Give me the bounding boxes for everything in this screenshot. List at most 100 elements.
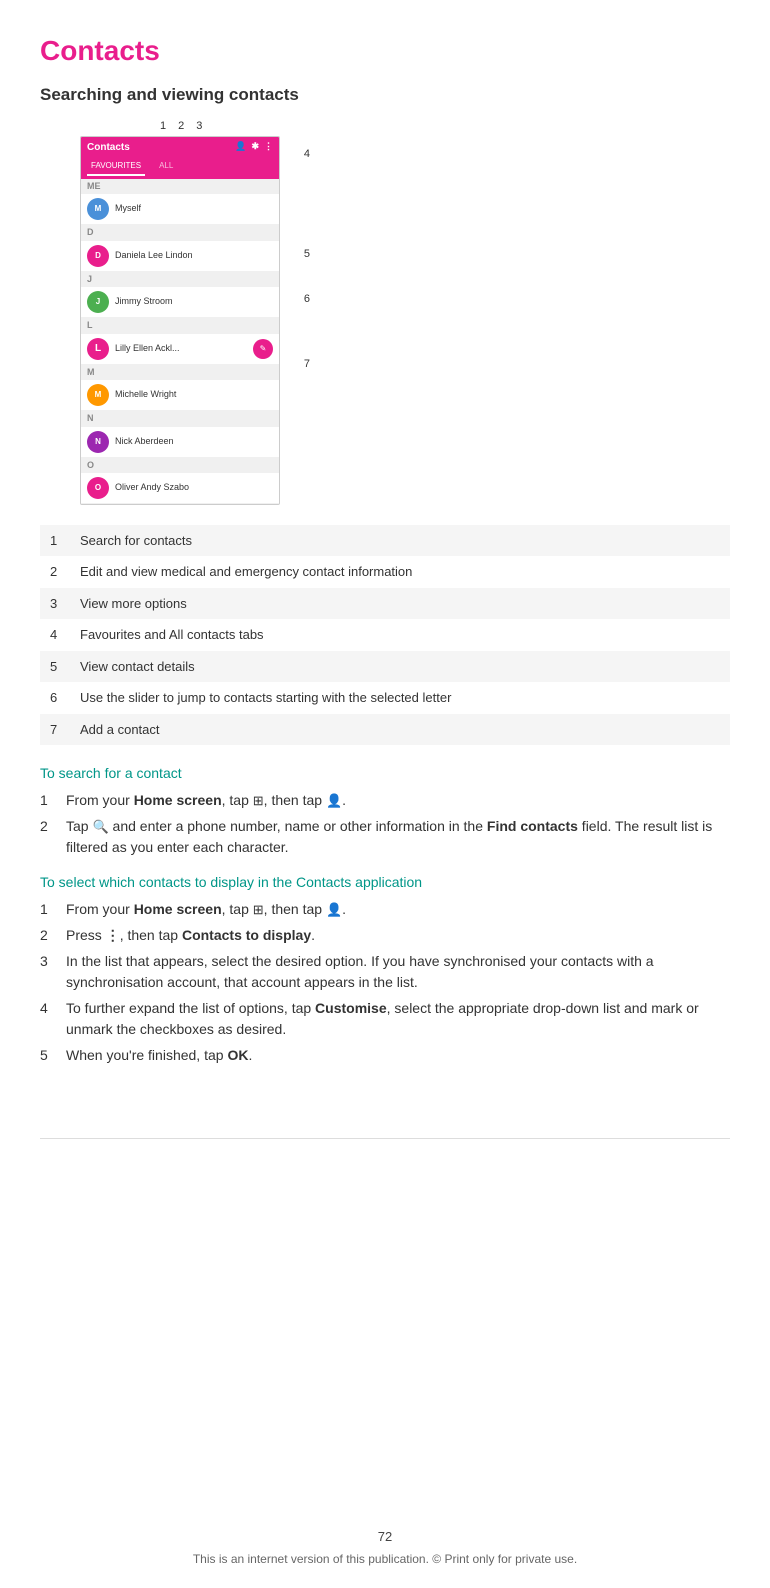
contacts-icon: 👤 [326, 793, 342, 808]
display-step-4: 4 To further expand the list of options,… [40, 998, 730, 1040]
table-cell-num: 4 [40, 619, 70, 651]
page-content: Contacts Searching and viewing contacts … [0, 0, 770, 1138]
search-steps: 1 From your Home screen, tap ⊞, then tap… [40, 790, 730, 858]
customise-bold: Customise [315, 1000, 387, 1016]
apps-icon: ⊞ [253, 793, 264, 808]
step-text: Tap 🔍 and enter a phone number, name or … [66, 816, 730, 858]
homescreen-bold: Home screen [134, 792, 222, 808]
table-row: 7 Add a contact [40, 714, 730, 746]
table-row: 2 Edit and view medical and emergency co… [40, 556, 730, 588]
table-cell-desc: Add a contact [70, 714, 730, 746]
page-footer: 72 This is an internet version of this p… [0, 1527, 770, 1569]
phone-mockup-wrapper: 1 2 3 Contacts 👤 ✱ ⋮ FAVOURITES ALL [80, 136, 280, 506]
phone-avatar-daniela: D [87, 245, 109, 267]
step-num: 2 [40, 816, 56, 858]
display-step-5: 5 When you're finished, tap OK. [40, 1045, 730, 1066]
contacts-icon: 👤 [326, 902, 342, 917]
table-row: 1 Search for contacts [40, 525, 730, 557]
phone-avatar-myself: M [87, 198, 109, 220]
phone-name-michelle: Michelle Wright [115, 388, 273, 402]
find-contacts-bold: Find contacts [487, 818, 578, 834]
phone-contact-daniela: D Daniela Lee Lindon [81, 241, 279, 272]
table-cell-num: 1 [40, 525, 70, 557]
table-cell-desc: Favourites and All contacts tabs [70, 619, 730, 651]
table-cell-desc: Use the slider to jump to contacts start… [70, 682, 730, 714]
phone-top-bar: Contacts 👤 ✱ ⋮ [81, 137, 279, 158]
search-icon: 🔍 [92, 819, 108, 834]
info-table: 1 Search for contacts 2 Edit and view me… [40, 525, 730, 746]
search-subheading: To search for a contact [40, 763, 730, 784]
table-cell-num: 7 [40, 714, 70, 746]
phone-icon-more: ⋮ [264, 140, 273, 154]
callout-5: 5 [304, 246, 310, 263]
display-step-3: 3 In the list that appears, select the d… [40, 951, 730, 993]
phone-contact-michelle: M Michelle Wright [81, 380, 279, 411]
phone-tabs: FAVOURITES ALL [81, 158, 279, 179]
phone-contact-myself: M Myself [81, 194, 279, 225]
phone-edit-icon-lilly: ✎ [253, 339, 273, 359]
phone-contact-lilly: L Lilly Ellen Ackl... ✎ [81, 334, 279, 365]
page-number: 72 [0, 1527, 770, 1547]
footer-divider [40, 1138, 730, 1139]
callout-7: 7 [304, 356, 310, 373]
phone-contact-oliver: O Oliver Andy Szabo [81, 473, 279, 504]
table-cell-num: 3 [40, 588, 70, 620]
footer-text: This is an internet version of this publ… [0, 1550, 770, 1568]
table-cell-num: 5 [40, 651, 70, 683]
phone-body: ME M Myself D D Daniela Lee Lindon J J J… [81, 179, 279, 505]
phone-avatar-michelle: M [87, 384, 109, 406]
apps-icon: ⊞ [253, 902, 264, 917]
phone-name-jimmy: Jimmy Stroom [115, 295, 273, 309]
phone-section-l: L [81, 318, 279, 334]
phone-section-n: N [81, 411, 279, 427]
phone-top-icons: 👤 ✱ ⋮ [235, 140, 273, 154]
phone-tab-favourites: FAVOURITES [87, 158, 145, 176]
step-num: 5 [40, 1045, 56, 1066]
phone-avatar-oliver: O [87, 477, 109, 499]
callout-3: 3 [196, 118, 202, 135]
table-cell-desc: View contact details [70, 651, 730, 683]
step-text: Press ⋮, then tap Contacts to display. [66, 925, 730, 946]
phone-contact-nick: N Nick Aberdeen [81, 427, 279, 458]
phone-name-lilly: Lilly Ellen Ackl... [115, 342, 247, 356]
table-row: 4 Favourites and All contacts tabs [40, 619, 730, 651]
ok-bold: OK [227, 1047, 248, 1063]
table-cell-num: 2 [40, 556, 70, 588]
table-row: 6 Use the slider to jump to contacts sta… [40, 682, 730, 714]
phone-section-j: J [81, 272, 279, 288]
callout-4: 4 [304, 146, 310, 163]
phone-avatar-jimmy: J [87, 291, 109, 313]
phone-contacts-label: Contacts [87, 140, 130, 155]
phone-section-o: O [81, 458, 279, 474]
step-text: From your Home screen, tap ⊞, then tap 👤… [66, 899, 730, 920]
top-callout-numbers: 1 2 3 [160, 118, 202, 135]
table-cell-desc: Edit and view medical and emergency cont… [70, 556, 730, 588]
phone-icon-star: ✱ [251, 140, 259, 154]
display-steps: 1 From your Home screen, tap ⊞, then tap… [40, 899, 730, 1066]
callout-1: 1 [160, 118, 166, 135]
section-heading: Searching and viewing contacts [40, 82, 730, 108]
table-cell-desc: Search for contacts [70, 525, 730, 557]
phone-section-d: D [81, 225, 279, 241]
phone-icon-person: 👤 [235, 140, 246, 154]
phone-avatar-lilly: L [87, 338, 109, 360]
step-text: When you're finished, tap OK. [66, 1045, 730, 1066]
more-icon: ⋮ [106, 927, 120, 943]
phone-avatar-nick: N [87, 431, 109, 453]
display-step-1: 1 From your Home screen, tap ⊞, then tap… [40, 899, 730, 920]
table-row: 3 View more options [40, 588, 730, 620]
search-step-2: 2 Tap 🔍 and enter a phone number, name o… [40, 816, 730, 858]
callout-2: 2 [178, 118, 184, 135]
step-num: 4 [40, 998, 56, 1040]
phone-screen: Contacts 👤 ✱ ⋮ FAVOURITES ALL ME M Mysel… [80, 136, 280, 506]
phone-name-oliver: Oliver Andy Szabo [115, 481, 273, 495]
phone-name-daniela: Daniela Lee Lindon [115, 249, 273, 263]
step-text: In the list that appears, select the des… [66, 951, 730, 993]
phone-contact-jimmy: J Jimmy Stroom [81, 287, 279, 318]
step-text: To further expand the list of options, t… [66, 998, 730, 1040]
display-subheading: To select which contacts to display in t… [40, 872, 730, 893]
phone-section-me: ME [81, 179, 279, 195]
step-num: 1 [40, 899, 56, 920]
table-row: 5 View contact details [40, 651, 730, 683]
step-num: 1 [40, 790, 56, 811]
